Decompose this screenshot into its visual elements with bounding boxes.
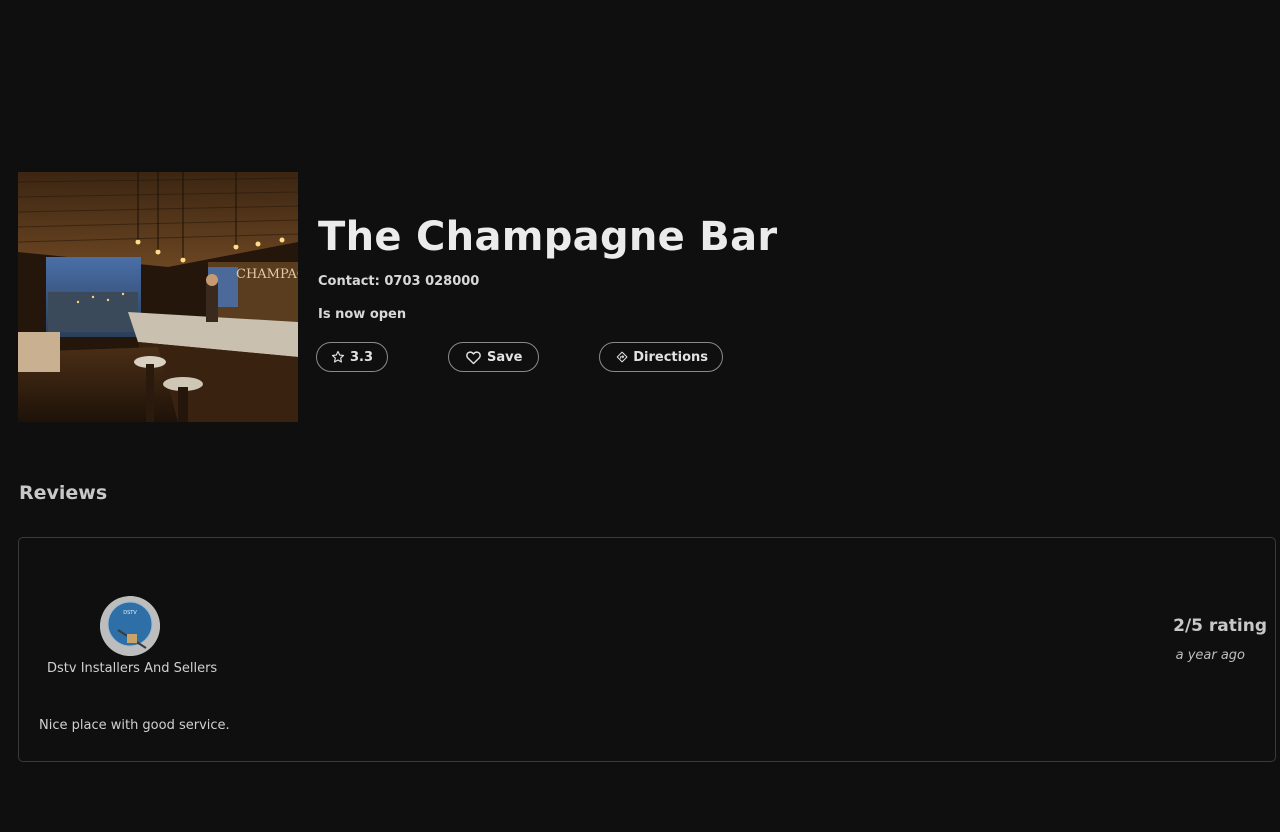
venue-info: The Champagne Bar Contact: 0703 028000 I… <box>316 172 778 372</box>
reviews-heading: Reviews <box>19 482 108 504</box>
venue-photo: CHAMPAG <box>18 172 298 422</box>
heart-icon <box>466 351 481 364</box>
svg-text:DSTV: DSTV <box>123 610 137 616</box>
save-button[interactable]: Save <box>448 342 539 372</box>
directions-button[interactable]: Directions <box>599 342 723 372</box>
save-label: Save <box>487 349 523 365</box>
action-bar: 3.3 Save Directions <box>316 342 777 372</box>
venue-title: The Champagne Bar <box>318 214 778 260</box>
avatar: DSTV <box>100 596 160 656</box>
reviewer-name: Dstv Installers And Sellers <box>47 661 218 676</box>
review-card: DSTV Dstv Installers And Sellers 2/5 rat… <box>18 537 1276 762</box>
venue-header: CHAMPAG <box>18 172 777 422</box>
review-time: a year ago <box>1175 648 1245 663</box>
svg-text:CHAMPAG: CHAMPAG <box>236 267 298 282</box>
venue-contact: Contact: 0703 028000 <box>318 274 480 289</box>
rating-value: 3.3 <box>349 349 373 365</box>
page: CHAMPAG <box>0 0 1280 832</box>
directions-label: Directions <box>633 349 708 365</box>
review-rating: 2/5 rating <box>1173 616 1267 636</box>
reviewer: DSTV Dstv Installers And Sellers <box>47 596 218 676</box>
open-status: Is now open <box>318 307 407 322</box>
star-icon <box>331 350 345 363</box>
rating-button[interactable]: 3.3 <box>316 342 388 372</box>
directions-icon <box>616 351 628 363</box>
review-text: Nice place with good service. <box>39 718 230 733</box>
